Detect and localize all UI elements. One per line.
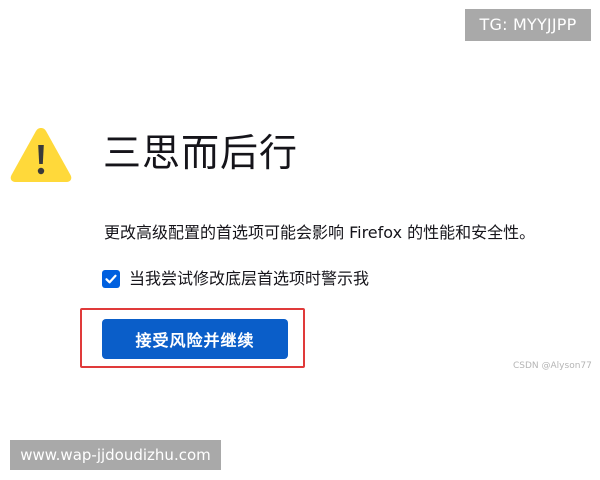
warning-description: 更改高级配置的首选项可能会影响 Firefox 的性能和安全性。 xyxy=(104,223,536,242)
url-watermark: www.wap-jjdoudizhu.com xyxy=(10,440,221,470)
checkmark-icon xyxy=(105,274,117,284)
warn-checkbox-row[interactable]: 当我尝试修改底层首选项时警示我 xyxy=(102,266,369,292)
page-title: 三思而后行 xyxy=(103,131,299,175)
warn-checkbox-label[interactable]: 当我尝试修改底层首选项时警示我 xyxy=(129,267,369,291)
csdn-watermark: CSDN @Alyson77 xyxy=(513,361,592,371)
tg-watermark: TG: MYYJJPP xyxy=(465,9,591,41)
warn-checkbox[interactable] xyxy=(102,270,120,288)
about-config-warning-page: TG: MYYJJPP 三思而后行 更改高级配置的首选项可能会影响 Firefo… xyxy=(0,0,600,480)
warning-triangle-icon xyxy=(10,128,72,182)
accept-risk-button[interactable]: 接受风险并继续 xyxy=(102,319,288,359)
